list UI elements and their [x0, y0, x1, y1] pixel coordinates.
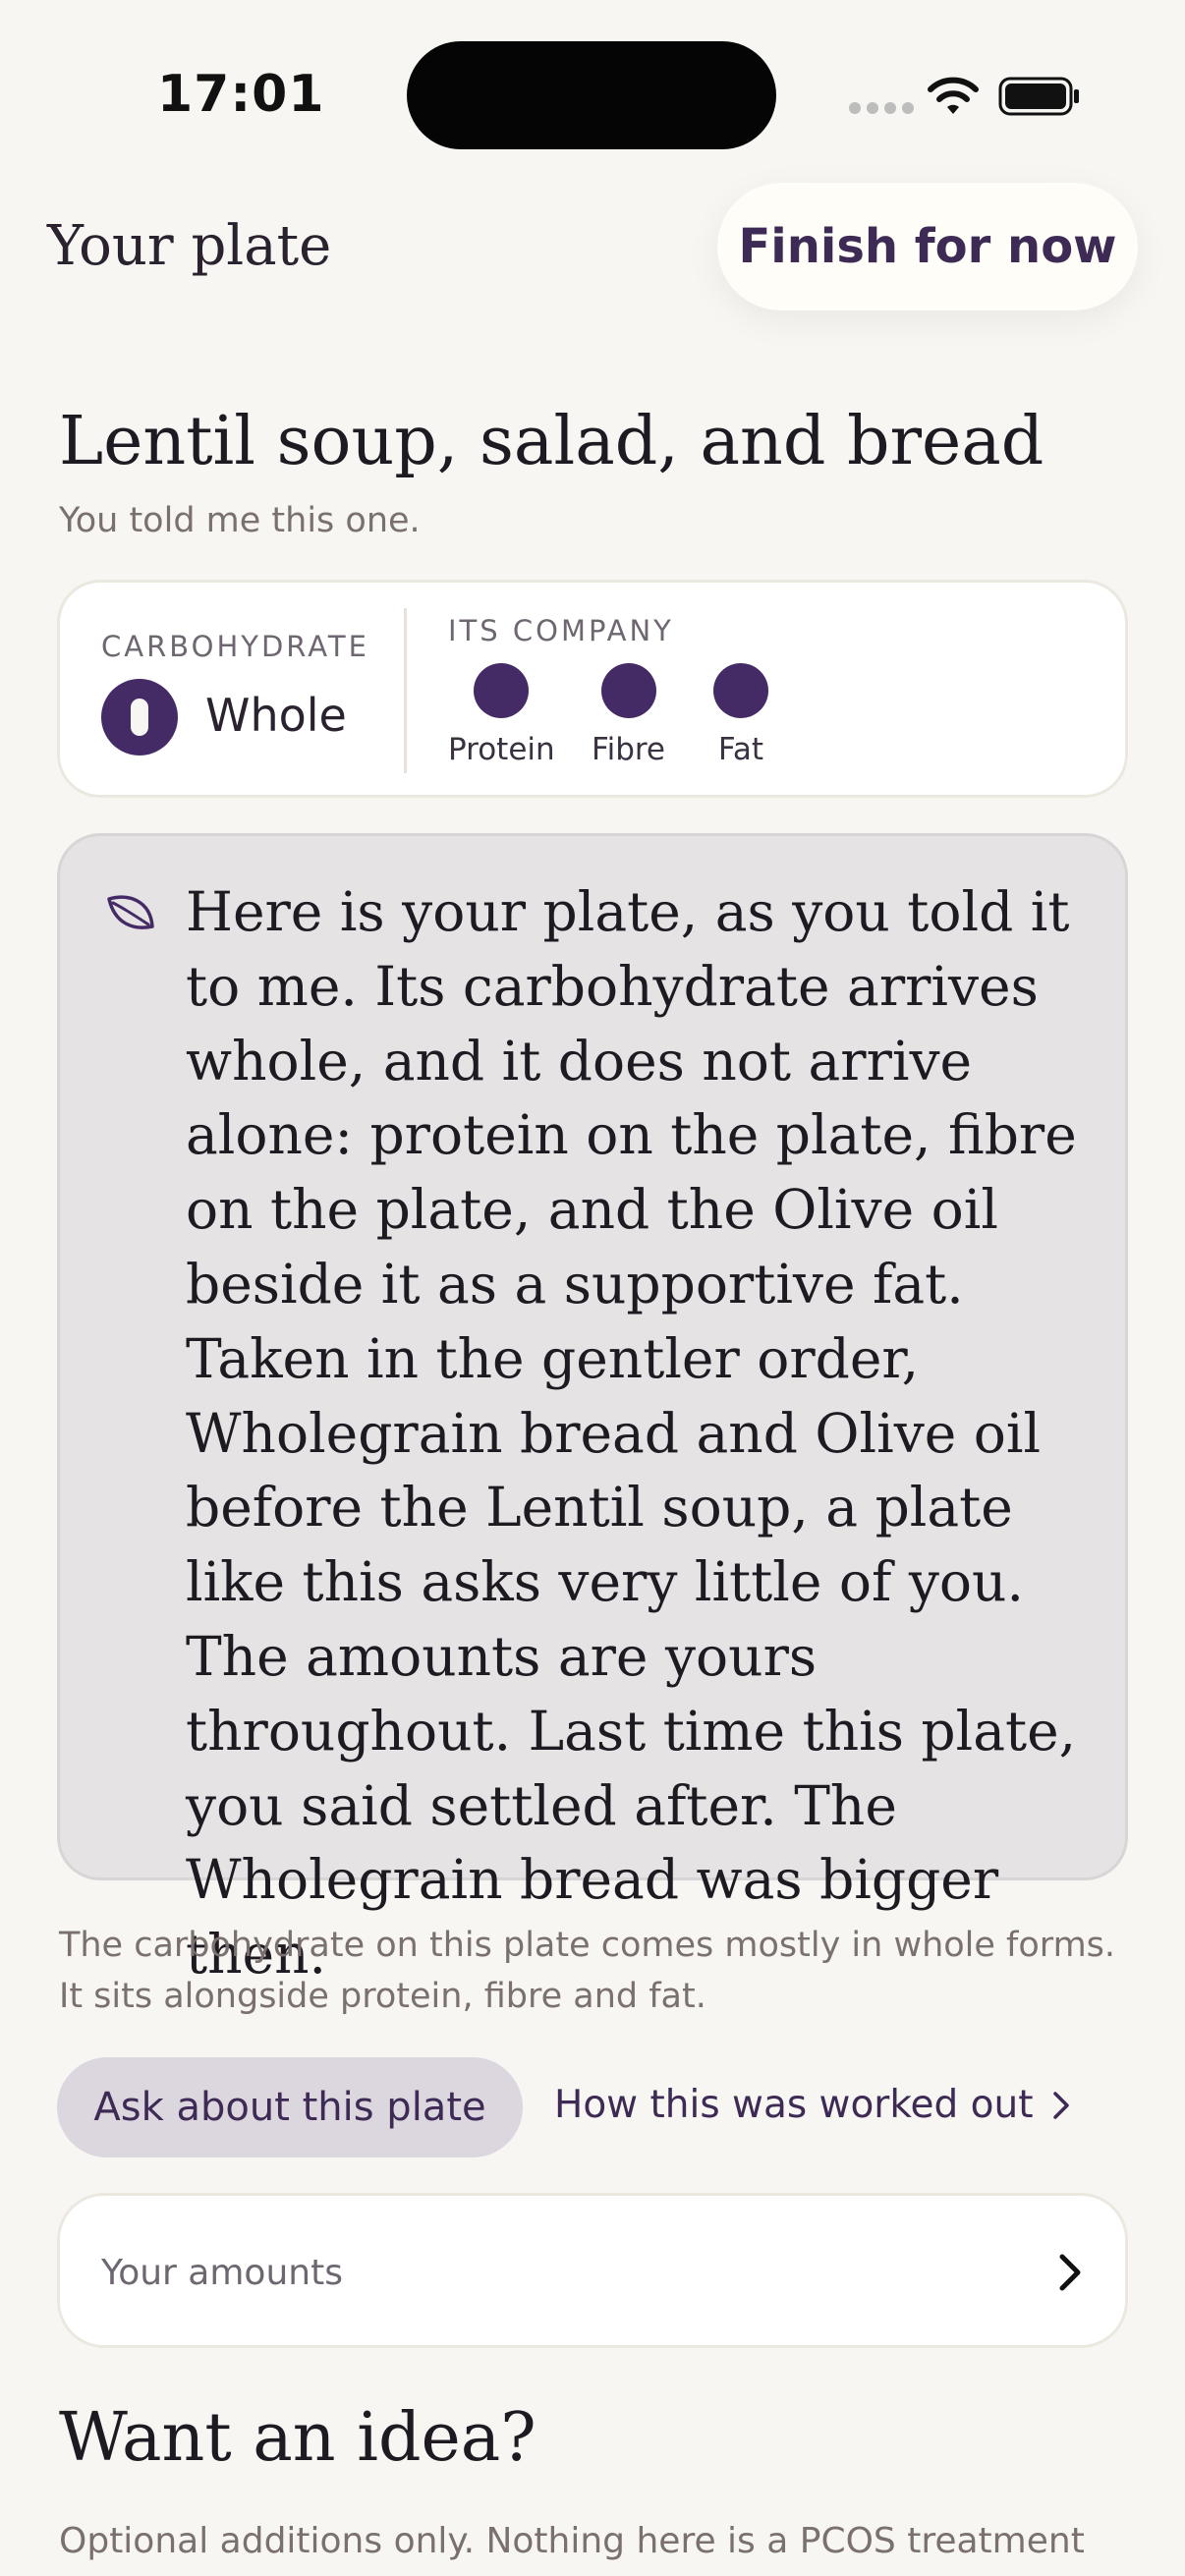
- carbohydrate-value: Whole: [205, 689, 347, 742]
- chevron-right-icon: [1052, 2091, 1069, 2119]
- company-item-label: Protein: [448, 732, 555, 767]
- company-item-fat: Fat: [713, 663, 768, 767]
- whole-carb-icon: [101, 679, 178, 756]
- fat-dot-icon: [713, 663, 768, 718]
- your-amounts-label: Your amounts: [101, 2253, 343, 2293]
- company-item-label: Fat: [717, 732, 764, 767]
- idea-section-title: Want an idea?: [59, 2399, 536, 2477]
- meal-subtitle: You told me this one.: [59, 501, 421, 540]
- company-label: ITS COMPANY: [448, 614, 674, 647]
- plate-summary-card: CARBOHYDRATE Whole ITS COMPANY Protein F…: [57, 580, 1128, 798]
- company-item-label: Fibre: [592, 732, 666, 767]
- leaf-icon: [107, 895, 154, 929]
- status-time: 17:01: [157, 65, 325, 124]
- your-amounts-row[interactable]: Your amounts: [57, 2193, 1128, 2348]
- battery-icon: [998, 77, 1079, 116]
- finish-for-now-button[interactable]: Finish for now: [717, 183, 1138, 310]
- carbohydrate-label: CARBOHYDRATE: [101, 630, 369, 663]
- plate-story-text: Here is your plate, as you told it to me…: [186, 880, 1077, 1987]
- how-worked-out-label: How this was worked out: [554, 2083, 1034, 2127]
- how-worked-out-link[interactable]: How this was worked out: [554, 2083, 1071, 2127]
- company-item-fibre: Fibre: [592, 663, 665, 767]
- company-item-protein: Protein: [448, 663, 555, 767]
- meal-title: Lentil soup, salad, and bread: [59, 403, 1044, 480]
- ask-about-plate-button[interactable]: Ask about this plate: [57, 2057, 523, 2157]
- explanation-line: The carbohydrate on this plate comes mos…: [59, 1926, 1116, 1965]
- chevron-right-icon: [1059, 2254, 1081, 2291]
- page-title: Your plate: [47, 214, 332, 278]
- wifi-icon: [928, 77, 979, 114]
- plate-story-card: Here is your plate, as you told it to me…: [57, 833, 1128, 1986]
- cellular-signal-icon: [849, 102, 914, 114]
- explanation-line: It sits alongside protein, fibre and fat…: [59, 1977, 706, 2016]
- protein-dot-icon: [474, 663, 530, 718]
- fibre-dot-icon: [600, 663, 656, 718]
- divider: [404, 608, 407, 773]
- idea-section-subtitle: Optional additions only. Nothing here is…: [59, 2521, 1085, 2561]
- dynamic-island: [407, 41, 776, 149]
- plate-explanation: The carbohydrate on this plate comes mos…: [59, 1920, 1140, 2022]
